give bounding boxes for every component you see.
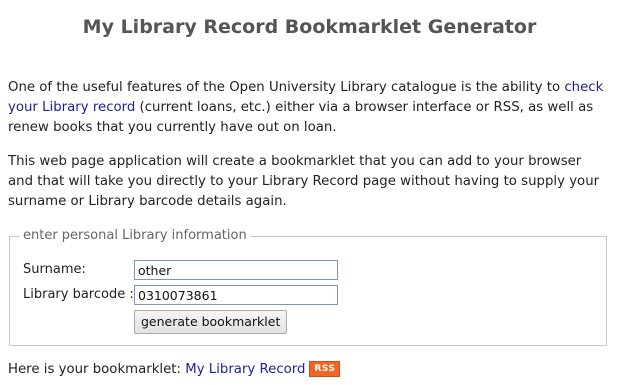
intro-paragraph: One of the useful features of the Open U… (8, 78, 608, 138)
surname-label: Surname: (23, 262, 86, 277)
library-barcode-label: Library barcode : (23, 287, 134, 302)
my-library-record-bookmarklet-link[interactable]: My Library Record (185, 362, 305, 377)
personal-info-fieldset: enter personal Library information Surna… (9, 228, 607, 346)
fieldset-legend: enter personal Library information (20, 228, 250, 244)
intro-text-start: One of the useful features of the Open U… (8, 80, 565, 95)
bookmarklet-result-label: Here is your bookmarklet: (8, 362, 186, 377)
bookmarklet-result: Here is your bookmarklet: My Library Rec… (8, 360, 341, 380)
generate-bookmarklet-button[interactable]: generate bookmarklet (134, 310, 288, 334)
rss-icon[interactable]: RSS (309, 361, 341, 377)
page-title: My Library Record Bookmarklet Generator (82, 16, 537, 38)
surname-input[interactable] (134, 260, 338, 280)
library-barcode-input[interactable] (134, 285, 338, 305)
description-paragraph: This web page application will create a … (8, 154, 600, 209)
